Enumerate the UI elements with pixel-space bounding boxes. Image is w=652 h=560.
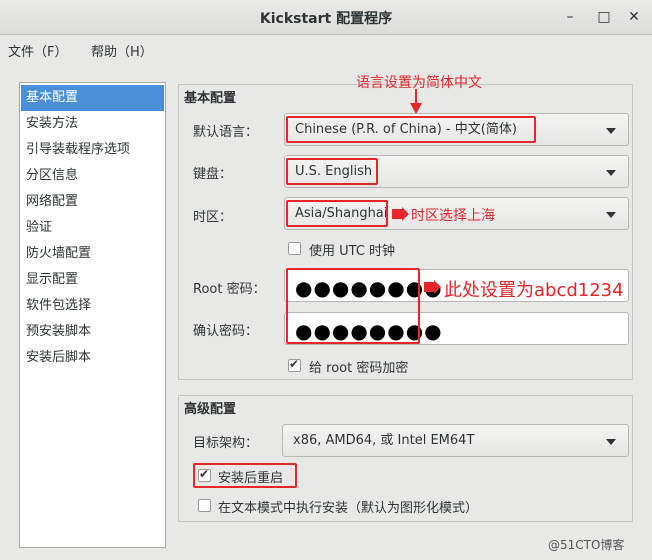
textmode-label: 在文本模式中执行安装（默认为图形化模式）: [218, 501, 479, 516]
sidebar-item-post-script[interactable]: 安装后脚本: [21, 345, 164, 371]
chevron-down-icon: [606, 170, 616, 176]
arch-value: x86, AMD64, 或 Intel EM64T: [293, 433, 475, 448]
menu-help[interactable]: 帮助（H）: [91, 41, 153, 60]
annotation-box-password: [286, 268, 420, 344]
sidebar-item-firewall[interactable]: 防火墙配置: [21, 241, 164, 267]
chevron-down-icon: [606, 212, 616, 218]
watermark: @51CTO博客: [548, 538, 625, 552]
menu-file[interactable]: 文件（F）: [8, 41, 67, 60]
annotation-timezone-text: 时区选择上海: [411, 208, 495, 224]
chevron-down-icon: [606, 128, 616, 134]
annotation-box-reboot: [193, 463, 297, 488]
sidebar-item-auth[interactable]: 验证: [21, 215, 164, 241]
keyboard-label: 键盘：: [193, 167, 233, 182]
encrypt-label: 给 root 密码加密: [309, 361, 409, 376]
utc-label: 使用 UTC 时钟: [309, 244, 396, 259]
sidebar-item-basic-config[interactable]: 基本配置: [21, 85, 164, 111]
annotation-box-timezone: [286, 200, 388, 227]
sidebar-item-network[interactable]: 网络配置: [21, 189, 164, 215]
sidebar-item-bootloader[interactable]: 引导装载程序选项: [21, 137, 164, 163]
advanced-config-title: 高级配置: [184, 402, 237, 417]
sidebar-item-partition[interactable]: 分区信息: [21, 163, 164, 189]
arch-label: 目标架构：: [193, 436, 259, 451]
sidebar-item-pre-script[interactable]: 预安装脚本: [21, 319, 164, 345]
title-bar: Kickstart 配置程序 – □ ✕: [0, 0, 652, 35]
root-password-label: Root 密码：: [193, 282, 266, 297]
annotation-password-text: 此处设置为abcd1234: [444, 280, 624, 301]
annotation-box-keyboard: [286, 158, 378, 185]
maximize-button[interactable]: □: [593, 7, 615, 27]
annotation-box-language: [286, 116, 536, 143]
arrow-down-icon: [410, 89, 422, 114]
menu-bar: 文件（F） 帮助（H）: [0, 35, 652, 63]
utc-checkbox[interactable]: [288, 242, 301, 255]
sidebar-item-packages[interactable]: 软件包选择: [21, 293, 164, 319]
arrow-right-icon: [392, 207, 409, 221]
close-button[interactable]: ✕: [623, 7, 645, 27]
arrow-right-icon: [424, 280, 441, 294]
sidebar-item-display[interactable]: 显示配置: [21, 267, 164, 293]
arch-combo[interactable]: x86, AMD64, 或 Intel EM64T: [282, 424, 629, 457]
confirm-password-label: 确认密码：: [193, 324, 259, 339]
language-label: 默认语言：: [193, 125, 259, 140]
sidebar: 基本配置 安装方法 引导装载程序选项 分区信息 网络配置 验证 防火墙配置 显示…: [19, 82, 166, 548]
minimize-button[interactable]: –: [559, 7, 581, 27]
chevron-down-icon: [606, 439, 616, 445]
sidebar-item-install-method[interactable]: 安装方法: [21, 111, 164, 137]
textmode-checkbox[interactable]: [198, 499, 211, 512]
window-title: Kickstart 配置程序: [259, 11, 393, 27]
timezone-label: 时区：: [193, 210, 233, 225]
basic-config-title: 基本配置: [184, 91, 237, 106]
encrypt-checkbox[interactable]: [288, 357, 301, 372]
